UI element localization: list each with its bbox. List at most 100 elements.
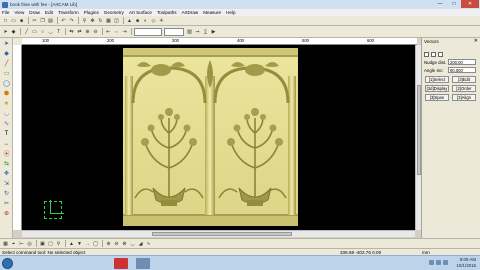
toolpath-icon[interactable]: ⇝ xyxy=(194,28,201,35)
artcam-taskbar-icon[interactable] xyxy=(114,258,128,269)
layer-select[interactable] xyxy=(134,27,162,36)
relief-icon[interactable]: ▨ xyxy=(186,28,193,35)
clock[interactable]: 8:09 AM 10/1/2016 xyxy=(456,257,476,269)
menu-view[interactable]: View xyxy=(14,10,24,15)
menu-toolpaths[interactable]: Toolpaths xyxy=(157,10,177,15)
menu-edit[interactable]: Edit xyxy=(45,10,53,15)
cut-tool-icon[interactable]: ✂ xyxy=(2,199,11,208)
boolean-intersect-icon[interactable]: ⊗ xyxy=(121,240,128,247)
select-button[interactable]: [1]Select xyxy=(425,76,449,83)
angle-input[interactable]: 90.000 xyxy=(448,67,476,73)
zoom-icon[interactable]: ⚲ xyxy=(81,17,88,24)
weld-icon[interactable]: ⊕ xyxy=(84,28,91,35)
app-taskbar-icon[interactable] xyxy=(136,258,150,269)
menu-draw[interactable]: Draw xyxy=(29,10,40,15)
select-tool-icon[interactable]: ➤ xyxy=(2,39,11,48)
cut-icon[interactable]: ✂ xyxy=(31,17,38,24)
menu-art-surface[interactable]: Art Surface xyxy=(129,10,152,15)
network-icon[interactable] xyxy=(429,260,434,265)
edit-3d-button[interactable]: [3]Edit xyxy=(452,76,476,83)
ellipse-tool-icon[interactable]: ◯ xyxy=(2,79,11,88)
close-icon[interactable]: ✕ xyxy=(474,38,478,44)
ungroup-icon[interactable]: ▢ xyxy=(47,240,54,247)
send-back-icon[interactable]: ▼ xyxy=(76,240,83,247)
chamfer-icon[interactable]: ◢ xyxy=(137,240,144,247)
weld-tool-icon[interactable]: ⊕ xyxy=(2,209,11,218)
open-icon[interactable]: ▭ xyxy=(10,17,17,24)
group-icon[interactable]: ▣ xyxy=(39,240,46,247)
arc-tool-icon[interactable]: ◡ xyxy=(2,109,11,118)
horizontal-scroll-thumb[interactable] xyxy=(152,232,292,236)
mirror-tool-icon[interactable]: ⇆ xyxy=(2,159,11,168)
minimize-button[interactable]: — xyxy=(433,0,447,8)
copy-icon[interactable]: ❐ xyxy=(39,17,46,24)
rotate-tool-icon[interactable]: ↻ xyxy=(2,189,11,198)
design-canvas[interactable] xyxy=(22,45,415,230)
nudge-input[interactable]: 200.00 xyxy=(448,59,476,65)
boolean-add-icon[interactable]: ⊕ xyxy=(105,240,112,247)
light-icon[interactable]: ☀ xyxy=(158,17,165,24)
option-checkbox[interactable] xyxy=(431,52,436,57)
display-3d-button[interactable]: [3d]Display xyxy=(425,85,449,92)
calculate-icon[interactable]: ∑ xyxy=(202,28,209,35)
boolean-subtract-icon[interactable]: ⊖ xyxy=(113,240,120,247)
option-checkbox[interactable] xyxy=(438,52,443,57)
node-edit-tool-icon[interactable]: ◆ xyxy=(2,49,11,58)
smooth-icon[interactable]: ∿ xyxy=(145,240,152,247)
menu-artdraw[interactable]: ArtDraw xyxy=(182,10,199,15)
arc-icon[interactable]: ◡ xyxy=(47,28,54,35)
horizontal-scrollbar[interactable] xyxy=(22,230,415,237)
option-checkbox[interactable] xyxy=(424,52,429,57)
align-button[interactable]: [3]Align xyxy=(452,94,476,101)
menu-file[interactable]: File xyxy=(2,10,9,15)
polygon-tool-icon[interactable]: ⬢ xyxy=(2,89,11,98)
layer-icon[interactable]: ◫ xyxy=(113,17,120,24)
rectangle-tool-icon[interactable]: ▭ xyxy=(2,69,11,78)
menu-help[interactable]: Help xyxy=(226,10,235,15)
wire-icon[interactable]: ◇ xyxy=(150,17,157,24)
undo-icon[interactable]: ↶ xyxy=(60,17,67,24)
circle-icon[interactable]: ○ xyxy=(39,28,46,35)
mirror-icon[interactable]: ⇆ xyxy=(68,28,75,35)
volume-icon[interactable] xyxy=(436,260,441,265)
transform-tool-icon[interactable]: ✥ xyxy=(2,169,11,178)
save-icon[interactable]: ■ xyxy=(18,17,25,24)
select-arrow-icon[interactable]: ➤ xyxy=(2,28,9,35)
fillet-icon[interactable]: ◡ xyxy=(129,240,136,247)
align-left-icon[interactable]: ⇤ xyxy=(105,28,112,35)
polyline-tool-icon[interactable]: ╱ xyxy=(2,59,11,68)
rotate-icon[interactable]: ↻ xyxy=(97,17,104,24)
star-tool-icon[interactable]: ★ xyxy=(2,99,11,108)
snap-icon[interactable]: ⌖ xyxy=(10,240,17,247)
offset-icon[interactable]: ⇄ xyxy=(76,28,83,35)
lock-icon[interactable]: ⚲ xyxy=(55,240,62,247)
bezier-tool-icon[interactable]: ∿ xyxy=(2,119,11,128)
new-icon[interactable]: □ xyxy=(2,17,9,24)
trim-icon[interactable]: ⊖ xyxy=(92,28,99,35)
shade-icon[interactable]: ◐ xyxy=(142,17,149,24)
paste-icon[interactable]: ▤ xyxy=(47,17,54,24)
spiral-tool-icon[interactable]: ⦿ xyxy=(2,149,11,158)
text-tool-icon[interactable]: T xyxy=(2,129,11,138)
align-right-icon[interactable]: ⇥ xyxy=(121,28,128,35)
menu-measure[interactable]: Measure xyxy=(203,10,221,15)
maximize-button[interactable]: □ xyxy=(447,0,461,8)
close-button[interactable]: ✕ xyxy=(461,0,479,8)
menu-geometry[interactable]: Geometry xyxy=(104,10,124,15)
grid-icon[interactable]: ▦ xyxy=(105,17,112,24)
ortho-icon[interactable]: ⊢ xyxy=(18,240,25,247)
node-icon[interactable]: ◆ xyxy=(10,28,17,35)
menu-transform[interactable]: Transform xyxy=(58,10,79,15)
join-icon[interactable]: → xyxy=(84,240,91,247)
3d-view-icon[interactable]: ▲ xyxy=(126,17,133,24)
order-button[interactable]: [2]Order xyxy=(452,85,476,92)
start-button[interactable] xyxy=(2,258,13,269)
span-button[interactable]: [3]Span xyxy=(425,94,449,101)
redo-icon[interactable]: ↷ xyxy=(68,17,75,24)
text-icon[interactable]: T xyxy=(55,28,62,35)
polar-icon[interactable]: ◎ xyxy=(26,240,33,247)
style-select[interactable] xyxy=(164,27,184,36)
bring-front-icon[interactable]: ▲ xyxy=(68,240,75,247)
grid-snap-icon[interactable]: ▦ xyxy=(2,240,9,247)
menu-plugins[interactable]: Plugins xyxy=(84,10,99,15)
